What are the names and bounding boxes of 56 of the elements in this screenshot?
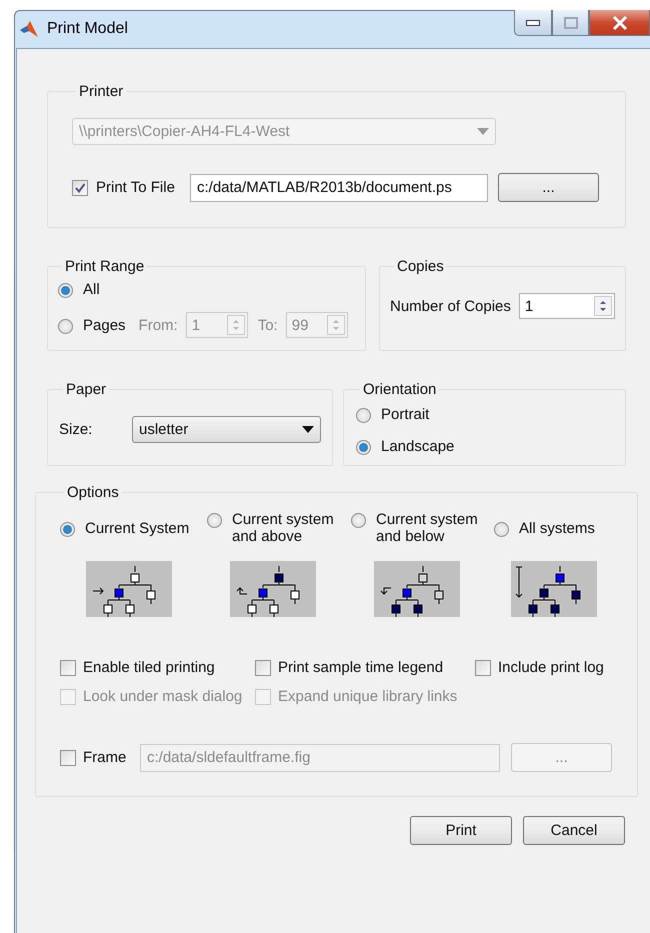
maximize-button[interactable] [552, 10, 589, 36]
window-title: Print Model [47, 20, 128, 38]
group-title: Paper [65, 381, 108, 398]
radio-button[interactable] [351, 513, 366, 528]
system-hierarchy-icon [86, 561, 172, 617]
copies-spinner[interactable]: 1 [518, 293, 615, 319]
checkbox[interactable] [475, 660, 491, 676]
radio-label: All systems [519, 520, 595, 536]
radio-label: Pages [83, 316, 126, 334]
group-title: Options [66, 484, 120, 501]
minimize-button[interactable] [514, 10, 552, 36]
to-label: To: [258, 316, 278, 334]
system-hierarchy-icon [511, 561, 597, 617]
radio-button[interactable] [356, 408, 371, 423]
radio-label: Current system and below [376, 511, 479, 545]
close-button[interactable] [589, 10, 650, 36]
caret-icon [302, 426, 314, 433]
size-label: Size: [59, 421, 94, 438]
print-button[interactable]: Print [410, 816, 512, 845]
radio-button[interactable] [356, 440, 371, 455]
app-logo-icon [19, 19, 39, 39]
radio-button[interactable] [207, 513, 222, 528]
checkbox[interactable] [72, 180, 88, 196]
system-hierarchy-icon [230, 561, 316, 617]
spin-arrows-icon[interactable] [594, 296, 612, 316]
radio-button[interactable] [60, 522, 75, 536]
checkbox[interactable] [60, 660, 76, 676]
radio-label: Current System [85, 520, 190, 536]
file-path-field[interactable]: c:/data/MATLAB/R2013b/document.ps [190, 174, 488, 202]
radio-label: Landscape [381, 438, 454, 455]
maximize-icon [564, 16, 578, 28]
from-label: From: [138, 316, 178, 334]
checkbox-label: Print To File [96, 179, 176, 196]
group-title: Orientation [362, 381, 438, 398]
checkbox-label: Look under mask dialog [83, 688, 242, 705]
copies-label: Number of Copies [390, 298, 511, 314]
checkbox-label: Expand unique library links [278, 688, 458, 705]
checkbox-label: Print sample time legend [278, 659, 444, 676]
group-title: Copies [396, 258, 445, 275]
paper-size-dropdown[interactable]: usletter [132, 416, 321, 443]
caret-icon [477, 128, 489, 135]
checkbox[interactable] [255, 660, 271, 676]
radio-label: Portrait [381, 406, 430, 423]
checkbox-label: Include print log [498, 659, 604, 676]
group-title: Print Range [64, 258, 146, 275]
checkbox-label: Enable tiled printing [83, 659, 215, 676]
group-title: Printer [78, 83, 124, 100]
system-hierarchy-icon [374, 561, 460, 617]
minimize-icon [526, 20, 540, 26]
checkbox-label: Frame [83, 749, 128, 766]
radio-button[interactable] [494, 522, 509, 536]
radio-label: All [83, 281, 100, 298]
close-icon [612, 16, 628, 30]
cancel-button[interactable]: Cancel [523, 816, 625, 845]
radio-label: Current system and above [232, 511, 335, 545]
browse-button[interactable]: ... [498, 173, 599, 202]
